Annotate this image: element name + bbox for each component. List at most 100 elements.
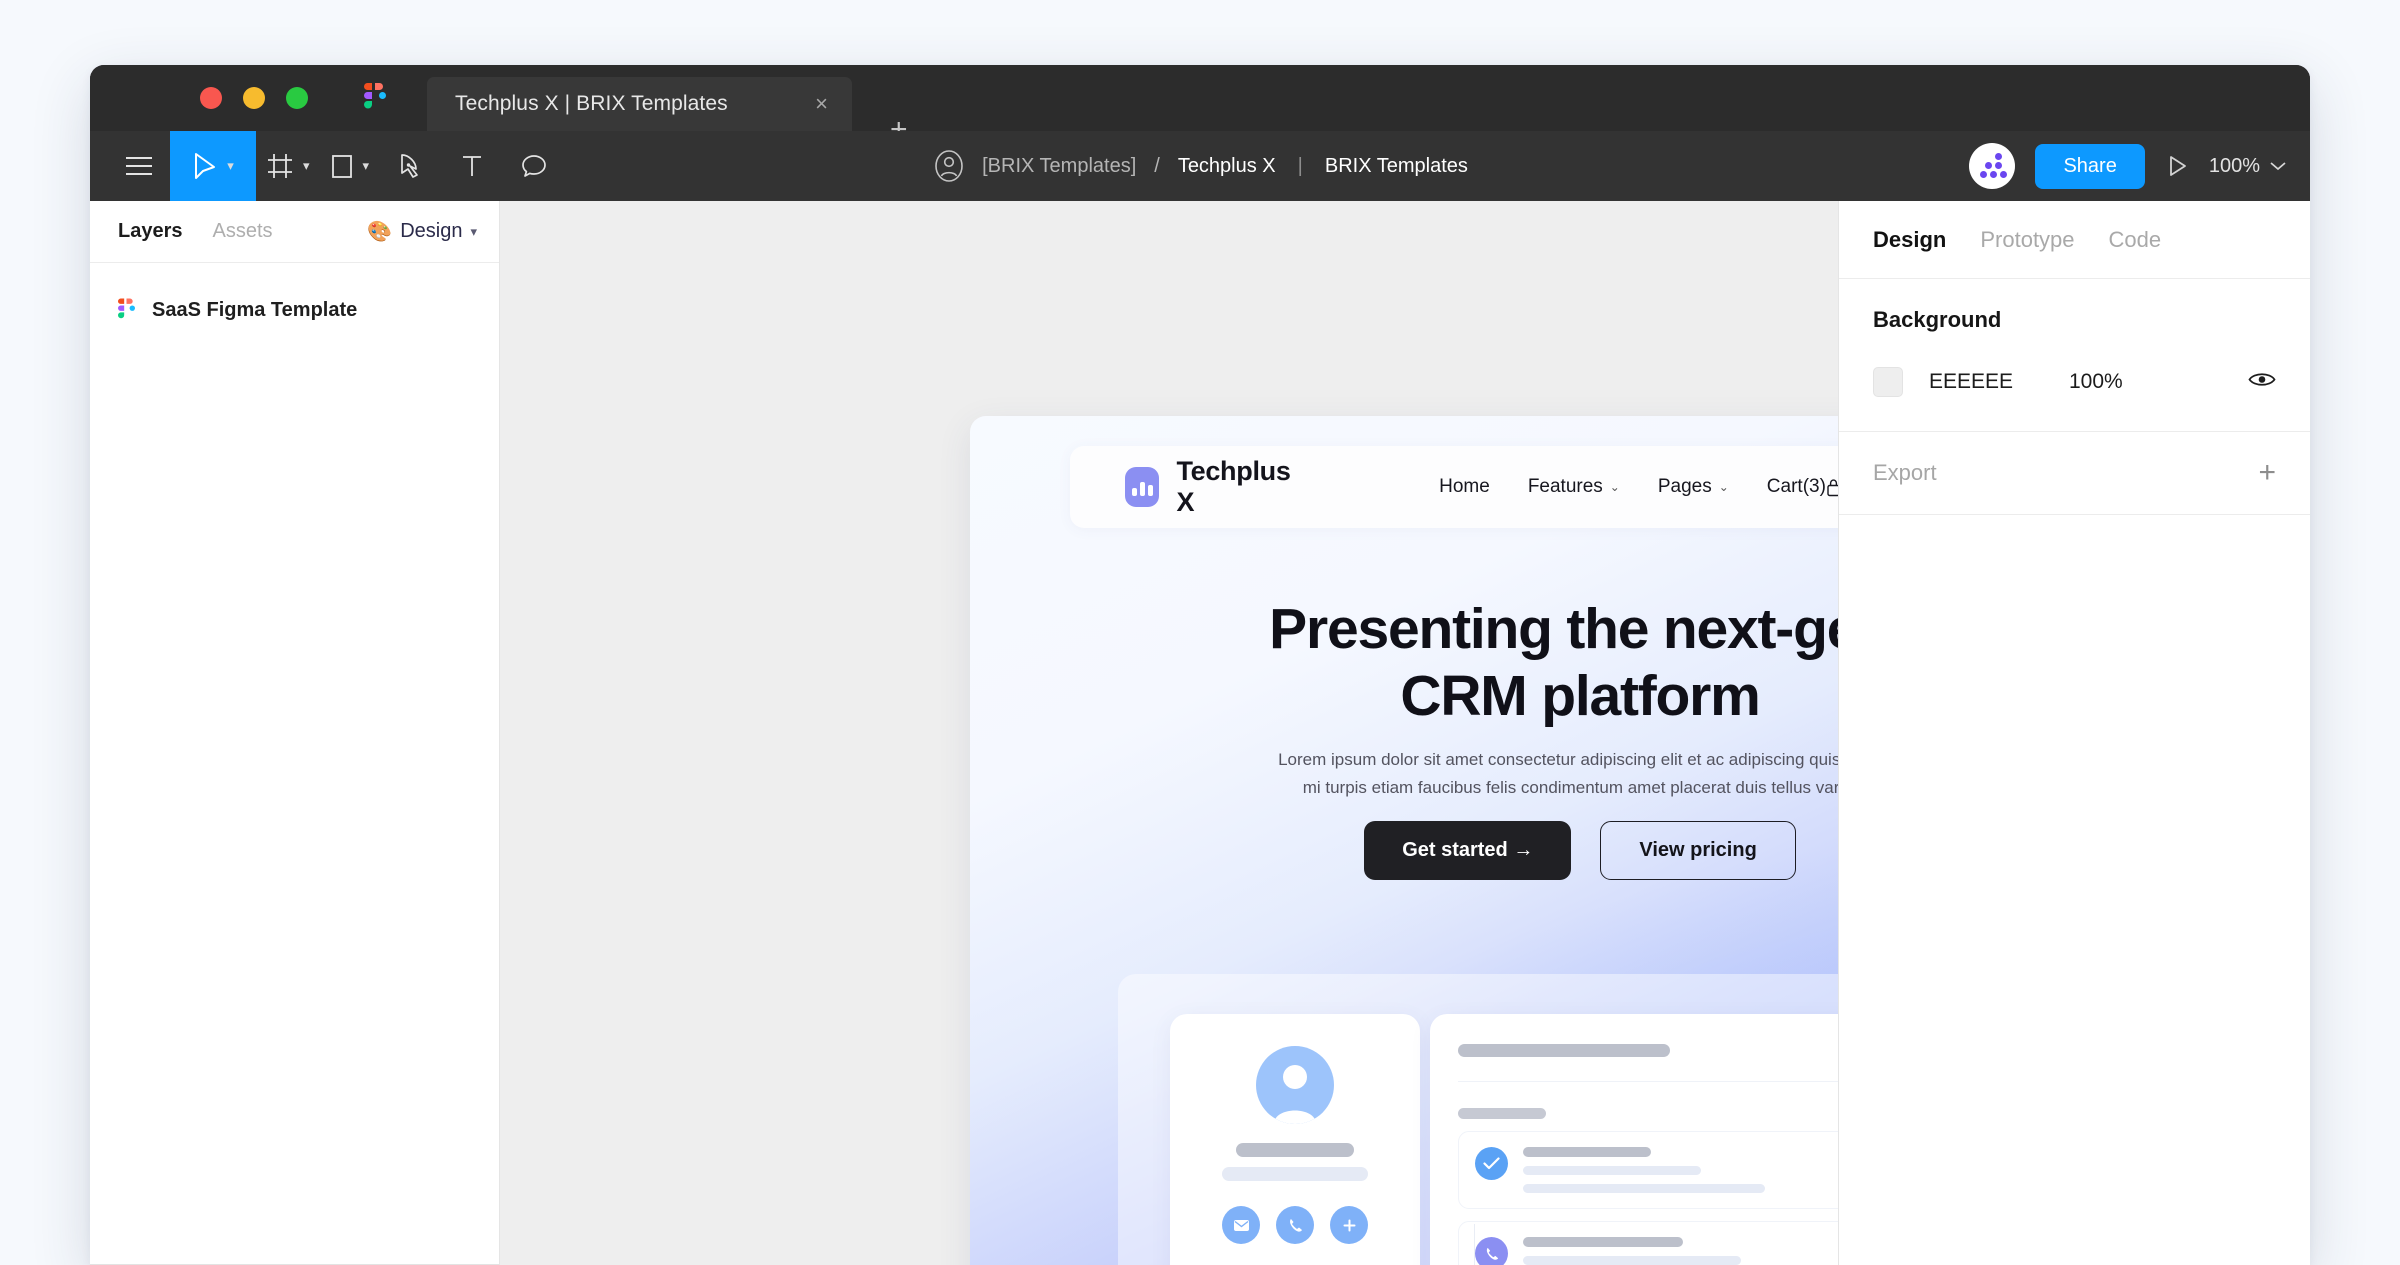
design-system-menu[interactable]: 🎨 Design ▾ (367, 219, 477, 244)
zoom-level: 100% (2208, 154, 2260, 177)
close-tab-button[interactable]: × (815, 93, 828, 115)
background-opacity-value[interactable]: 100% (2069, 370, 2123, 394)
breadcrumb-divider: | (1297, 154, 1303, 177)
background-section: Background EEEEEE 100% (1839, 279, 2310, 432)
comment-icon (522, 155, 546, 177)
main-menu-button[interactable] (108, 131, 170, 201)
mockup-nav-pages[interactable]: Pages ⌄ (1658, 476, 1729, 498)
design-menu-label: Design (400, 220, 463, 242)
background-fill-row: EEEEEE 100% (1873, 367, 2276, 397)
hero-title-line-2: CRM platform (1400, 664, 1760, 729)
canvas-frame-hero[interactable]: Techplus X Home Features ⌄ Pages ⌄ Cart(3) (970, 416, 1838, 1265)
left-sidebar: Layers Assets 🎨 Design ▾ SaaS Figma Temp… (90, 201, 500, 1265)
window-titlebar: Techplus X | BRIX Templates × + (90, 65, 2310, 145)
export-label: Export (1873, 460, 1937, 485)
figma-app-window: Techplus X | BRIX Templates × + ▾ ▾ ▾ [B… (90, 65, 2310, 1265)
mockup-nav-actions: Login Get started → (1826, 461, 1838, 514)
plus-icon[interactable] (1330, 1206, 1368, 1244)
breadcrumb-file-name[interactable]: Techplus X (1178, 155, 1276, 178)
right-sidebar: Design Prototype Code Background EEEEEE … (1838, 201, 2310, 1265)
tab-prototype[interactable]: Prototype (1980, 227, 2074, 253)
palette-icon: 🎨 (367, 221, 393, 243)
frame-icon (268, 154, 292, 178)
tab-title: Techplus X | BRIX Templates (455, 92, 728, 115)
chevron-down-icon: ▾ (227, 158, 234, 173)
pen-tool[interactable] (379, 131, 441, 201)
avatar[interactable] (1969, 143, 2016, 189)
hero-subtitle: Lorem ipsum dolor sit amet consectetur a… (1278, 750, 1838, 797)
tab-assets[interactable]: Assets (213, 220, 273, 243)
mockup-nav-cart[interactable]: Cart(3) (1767, 476, 1826, 498)
minimize-window-button[interactable] (243, 87, 265, 109)
visibility-toggle[interactable] (2248, 370, 2276, 394)
breadcrumb-file-suffix[interactable]: BRIX Templates (1325, 155, 1468, 178)
pen-icon (401, 154, 418, 178)
right-panel-tabs: Design Prototype Code (1839, 201, 2310, 279)
user-avatar-icon[interactable] (932, 149, 966, 183)
design-canvas[interactable]: Techplus X Home Features ⌄ Pages ⌄ Cart(3) (500, 201, 1838, 1265)
hero-get-started-button[interactable]: Get started → (1364, 821, 1572, 880)
text-icon (463, 156, 482, 176)
eye-icon (2248, 373, 2276, 386)
maximize-window-button[interactable] (286, 87, 308, 109)
lock-icon (1827, 478, 1838, 496)
present-button[interactable] (2165, 154, 2189, 178)
breadcrumb-separator: / (1154, 154, 1160, 177)
cursor-icon (195, 153, 216, 179)
layers-list: SaaS Figma Template (90, 263, 499, 1264)
list-item[interactable] (1458, 1221, 1838, 1265)
placeholder-bar (1236, 1143, 1354, 1157)
chevron-down-icon: ▾ (470, 223, 477, 239)
color-swatch[interactable] (1873, 367, 1903, 397)
hero-view-pricing-button[interactable]: View pricing (1600, 821, 1796, 880)
share-button[interactable]: Share (2035, 143, 2145, 189)
browser-tab[interactable]: Techplus X | BRIX Templates × (427, 77, 852, 131)
tab-layers[interactable]: Layers (118, 220, 183, 243)
chevron-down-icon: ⌄ (1609, 480, 1620, 494)
divider (1458, 1081, 1838, 1082)
figma-toolbar: ▾ ▾ ▾ [BRIX Templates] / Techplus X | BR… (90, 131, 2310, 201)
left-panel-tabs: Layers Assets 🎨 Design ▾ (90, 201, 499, 263)
tab-code[interactable]: Code (2109, 227, 2162, 253)
mockup-nav-features[interactable]: Features ⌄ (1528, 476, 1620, 498)
app-body: Layers Assets 🎨 Design ▾ SaaS Figma Temp… (90, 201, 2310, 1265)
phone-icon (1475, 1237, 1508, 1265)
background-section-title: Background (1873, 307, 2002, 332)
text-tool[interactable] (441, 131, 503, 201)
play-icon (2169, 156, 2186, 176)
hamburger-icon (126, 157, 152, 175)
tab-design[interactable]: Design (1873, 227, 1946, 253)
list-item[interactable]: SaaS Figma Template (90, 289, 499, 332)
phone-icon[interactable] (1276, 1206, 1314, 1244)
background-hex-value[interactable]: EEEEEE (1929, 370, 2069, 394)
close-window-button[interactable] (200, 87, 222, 109)
placeholder-bar (1523, 1237, 1683, 1247)
mockup-navbar: Techplus X Home Features ⌄ Pages ⌄ Cart(3) (1070, 446, 1838, 528)
mockup-nav-links: Home Features ⌄ Pages ⌄ Cart(3) (1439, 476, 1826, 498)
profile-actions (1222, 1206, 1368, 1244)
chevron-down-icon: ⌄ (1718, 480, 1729, 494)
add-export-button[interactable]: + (2258, 458, 2276, 488)
comment-tool[interactable] (503, 131, 565, 201)
mockup-nav-home[interactable]: Home (1439, 476, 1490, 498)
window-controls (200, 87, 308, 109)
list-item[interactable] (1458, 1131, 1838, 1209)
rectangle-icon (331, 155, 352, 178)
mockup-profile-card (1170, 1014, 1420, 1265)
zoom-control[interactable]: 100% (2209, 155, 2286, 178)
mockup-activity-card (1430, 1014, 1838, 1265)
move-tool[interactable]: ▾ (170, 131, 256, 201)
hero-title-line-1: Presenting the next-gen (1269, 597, 1838, 661)
page-title: Presenting the next-gen CRM platform (970, 596, 1838, 731)
mail-icon[interactable] (1222, 1206, 1260, 1244)
chevron-down-icon: ▾ (303, 158, 310, 173)
mockup-login-link[interactable]: Login (1826, 476, 1838, 498)
placeholder-bar (1523, 1147, 1651, 1157)
breadcrumb-team[interactable]: [BRIX Templates] (982, 155, 1136, 178)
placeholder-bar (1458, 1043, 1670, 1057)
frame-tool[interactable]: ▾ (256, 131, 320, 201)
shape-tool[interactable]: ▾ (320, 131, 380, 201)
export-section: Export + (1839, 432, 2310, 515)
mockup-logo[interactable]: Techplus X (1125, 456, 1296, 518)
placeholder-bar (1523, 1166, 1701, 1175)
